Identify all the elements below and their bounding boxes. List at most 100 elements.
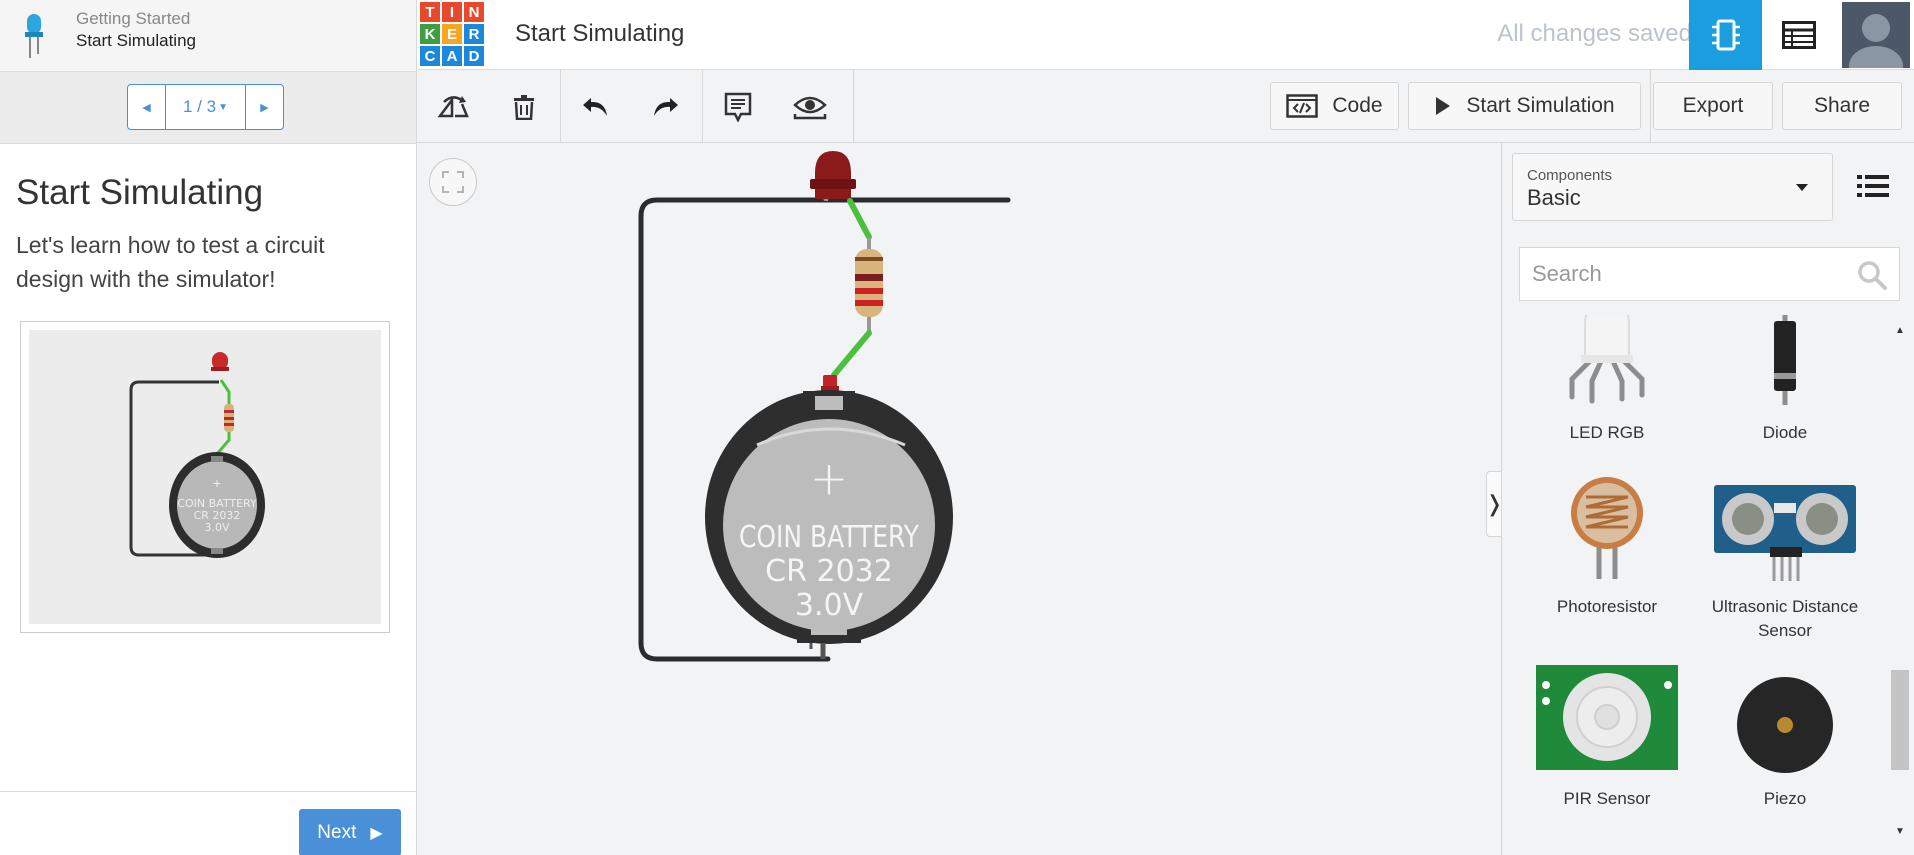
circuit-view-button[interactable]	[1689, 0, 1762, 70]
notes-button[interactable]	[715, 84, 761, 130]
visibility-button[interactable]	[787, 84, 833, 130]
toolbar-divider	[1650, 70, 1651, 143]
lesson-breadcrumb: Getting Started	[76, 9, 191, 28]
lesson-footer: Next ▶	[0, 791, 416, 855]
lesson-description: Let's learn how to test a circuit design…	[16, 232, 325, 292]
components-panel: Components Basic Search LED RGB Diode Ph…	[1501, 143, 1914, 855]
battery-label-line3: 3.0V	[795, 588, 864, 623]
redo-button[interactable]	[643, 84, 689, 130]
scroll-down-arrow[interactable]: ▼	[1895, 826, 1905, 837]
trash-icon	[514, 95, 534, 120]
component-ultrasonic-sensor[interactable]: Ultrasonic Distance Sensor	[1695, 473, 1875, 640]
photoresistor-icon	[1571, 477, 1643, 579]
delete-button[interactable]	[501, 84, 547, 130]
collapse-panel-tab[interactable]: ❭	[1485, 471, 1504, 537]
component-name: Piezo	[1763, 789, 1807, 808]
scroll-up-arrow[interactable]: ▲	[1895, 325, 1905, 336]
caret-down-icon	[1796, 184, 1808, 191]
circuit-canvas[interactable]: + COIN BATTERY CR 2032 3.0V ❭	[417, 143, 1504, 855]
logo-letter: I	[442, 2, 462, 22]
user-avatar[interactable]	[1842, 2, 1910, 68]
step-dropdown[interactable]: 1 / 3 ▼	[165, 85, 246, 129]
next-button-label: Next	[317, 821, 357, 843]
lesson-name: Start Simulating	[76, 31, 196, 50]
export-button[interactable]: Export	[1653, 82, 1773, 130]
component-list-view-button[interactable]	[1762, 0, 1835, 70]
start-simulation-label: Start Simulation	[1466, 94, 1615, 117]
lesson-preview-image: + COIN BATTERY CR 2032 3.0V	[20, 321, 390, 633]
tinkercad-logo[interactable]: T I N K E R C A D	[420, 2, 486, 66]
chip-icon	[1711, 19, 1740, 51]
next-step-button[interactable]: ▶	[246, 85, 283, 129]
led-rgb-icon	[1569, 315, 1645, 404]
fit-view-icon	[442, 171, 464, 193]
coin-battery-component	[705, 390, 953, 659]
component-led-rgb[interactable]: LED RGB	[1517, 315, 1697, 445]
ultrasonic-sensor-icon	[1714, 485, 1856, 581]
note-icon	[724, 92, 752, 122]
pir-sensor-icon	[1536, 665, 1678, 770]
component-piezo[interactable]: Piezo	[1695, 665, 1875, 811]
led-component	[810, 151, 856, 202]
battery-label-line2: CR 2032	[765, 554, 893, 589]
design-title[interactable]: Start Simulating	[515, 20, 684, 48]
toolbar-divider	[853, 70, 854, 143]
component-pir-sensor[interactable]: PIR Sensor	[1517, 665, 1697, 811]
play-icon	[1436, 97, 1451, 115]
eye-icon	[793, 96, 827, 120]
search-icon[interactable]	[1857, 260, 1887, 290]
toolbar: Code Start Simulation Export Share	[417, 70, 1914, 143]
lesson-header: Getting Started Start Simulating	[0, 0, 416, 72]
component-name: PIR Sensor	[1563, 789, 1651, 808]
battery-plus-sign: +	[810, 451, 849, 505]
next-button[interactable]: Next ▶	[299, 809, 401, 855]
components-label: Components	[1527, 167, 1613, 184]
redo-icon	[654, 98, 678, 116]
search-input[interactable]	[1532, 256, 1852, 292]
fit-view-button[interactable]	[429, 158, 477, 206]
code-button[interactable]: Code	[1270, 82, 1399, 130]
piezo-icon	[1737, 677, 1833, 773]
battery-label-line1: COIN BATTERY	[739, 520, 920, 555]
black-wire	[638, 197, 1011, 662]
component-name: LED RGB	[1569, 423, 1645, 442]
rotate-button[interactable]	[430, 84, 476, 130]
pager-bar: ◀ 1 / 3 ▼ ▶	[0, 72, 416, 144]
step-indicator: 1 / 3	[183, 97, 217, 116]
step-pager: ◀ 1 / 3 ▼ ▶	[127, 84, 284, 130]
preview-circuit-diagram: + COIN BATTERY CR 2032 3.0V	[129, 352, 265, 558]
component-search	[1519, 247, 1900, 301]
logo-letter: E	[442, 24, 462, 44]
save-status: All changes saved	[1497, 20, 1692, 47]
component-name: Photoresistor	[1556, 597, 1658, 616]
lesson-title: Start Simulating	[16, 173, 264, 212]
components-selected: Basic	[1527, 185, 1581, 210]
prev-step-button[interactable]: ◀	[128, 85, 165, 129]
logo-letter: D	[464, 46, 484, 66]
lesson-panel: Getting Started Start Simulating ◀ 1 / 3…	[0, 0, 417, 855]
share-button-label: Share	[1813, 94, 1871, 117]
led-lesson-icon	[25, 14, 43, 58]
chevron-right-icon: ▶	[370, 824, 383, 842]
green-wire-top	[847, 198, 872, 240]
list-view-toggle[interactable]	[1857, 173, 1893, 203]
component-diode[interactable]: Diode	[1695, 315, 1875, 445]
logo-letter: C	[420, 46, 440, 66]
components-list: LED RGB Diode Photoresistor Ultrasonic D…	[1502, 315, 1902, 855]
list-icon	[1857, 175, 1889, 197]
undo-button[interactable]	[572, 84, 618, 130]
component-photoresistor[interactable]: Photoresistor	[1517, 473, 1697, 619]
components-category-dropdown[interactable]: Components Basic	[1512, 153, 1833, 221]
user-icon	[1842, 2, 1910, 68]
scrollbar-thumb[interactable]	[1891, 670, 1909, 770]
share-button[interactable]: Share	[1782, 82, 1902, 130]
logo-letter: A	[442, 46, 462, 66]
logo-letter: K	[420, 24, 440, 44]
component-name: Ultrasonic Distance Sensor	[1711, 597, 1859, 640]
diode-icon	[1774, 315, 1796, 405]
code-icon	[1286, 94, 1319, 118]
circuit-diagram: + COIN BATTERY CR 2032 3.0V	[638, 151, 1011, 662]
preview-battery-plus: +	[213, 475, 221, 491]
start-simulation-button[interactable]: Start Simulation	[1408, 82, 1641, 130]
top-bar: T I N K E R C A D Start Simulating All c…	[417, 0, 1914, 70]
